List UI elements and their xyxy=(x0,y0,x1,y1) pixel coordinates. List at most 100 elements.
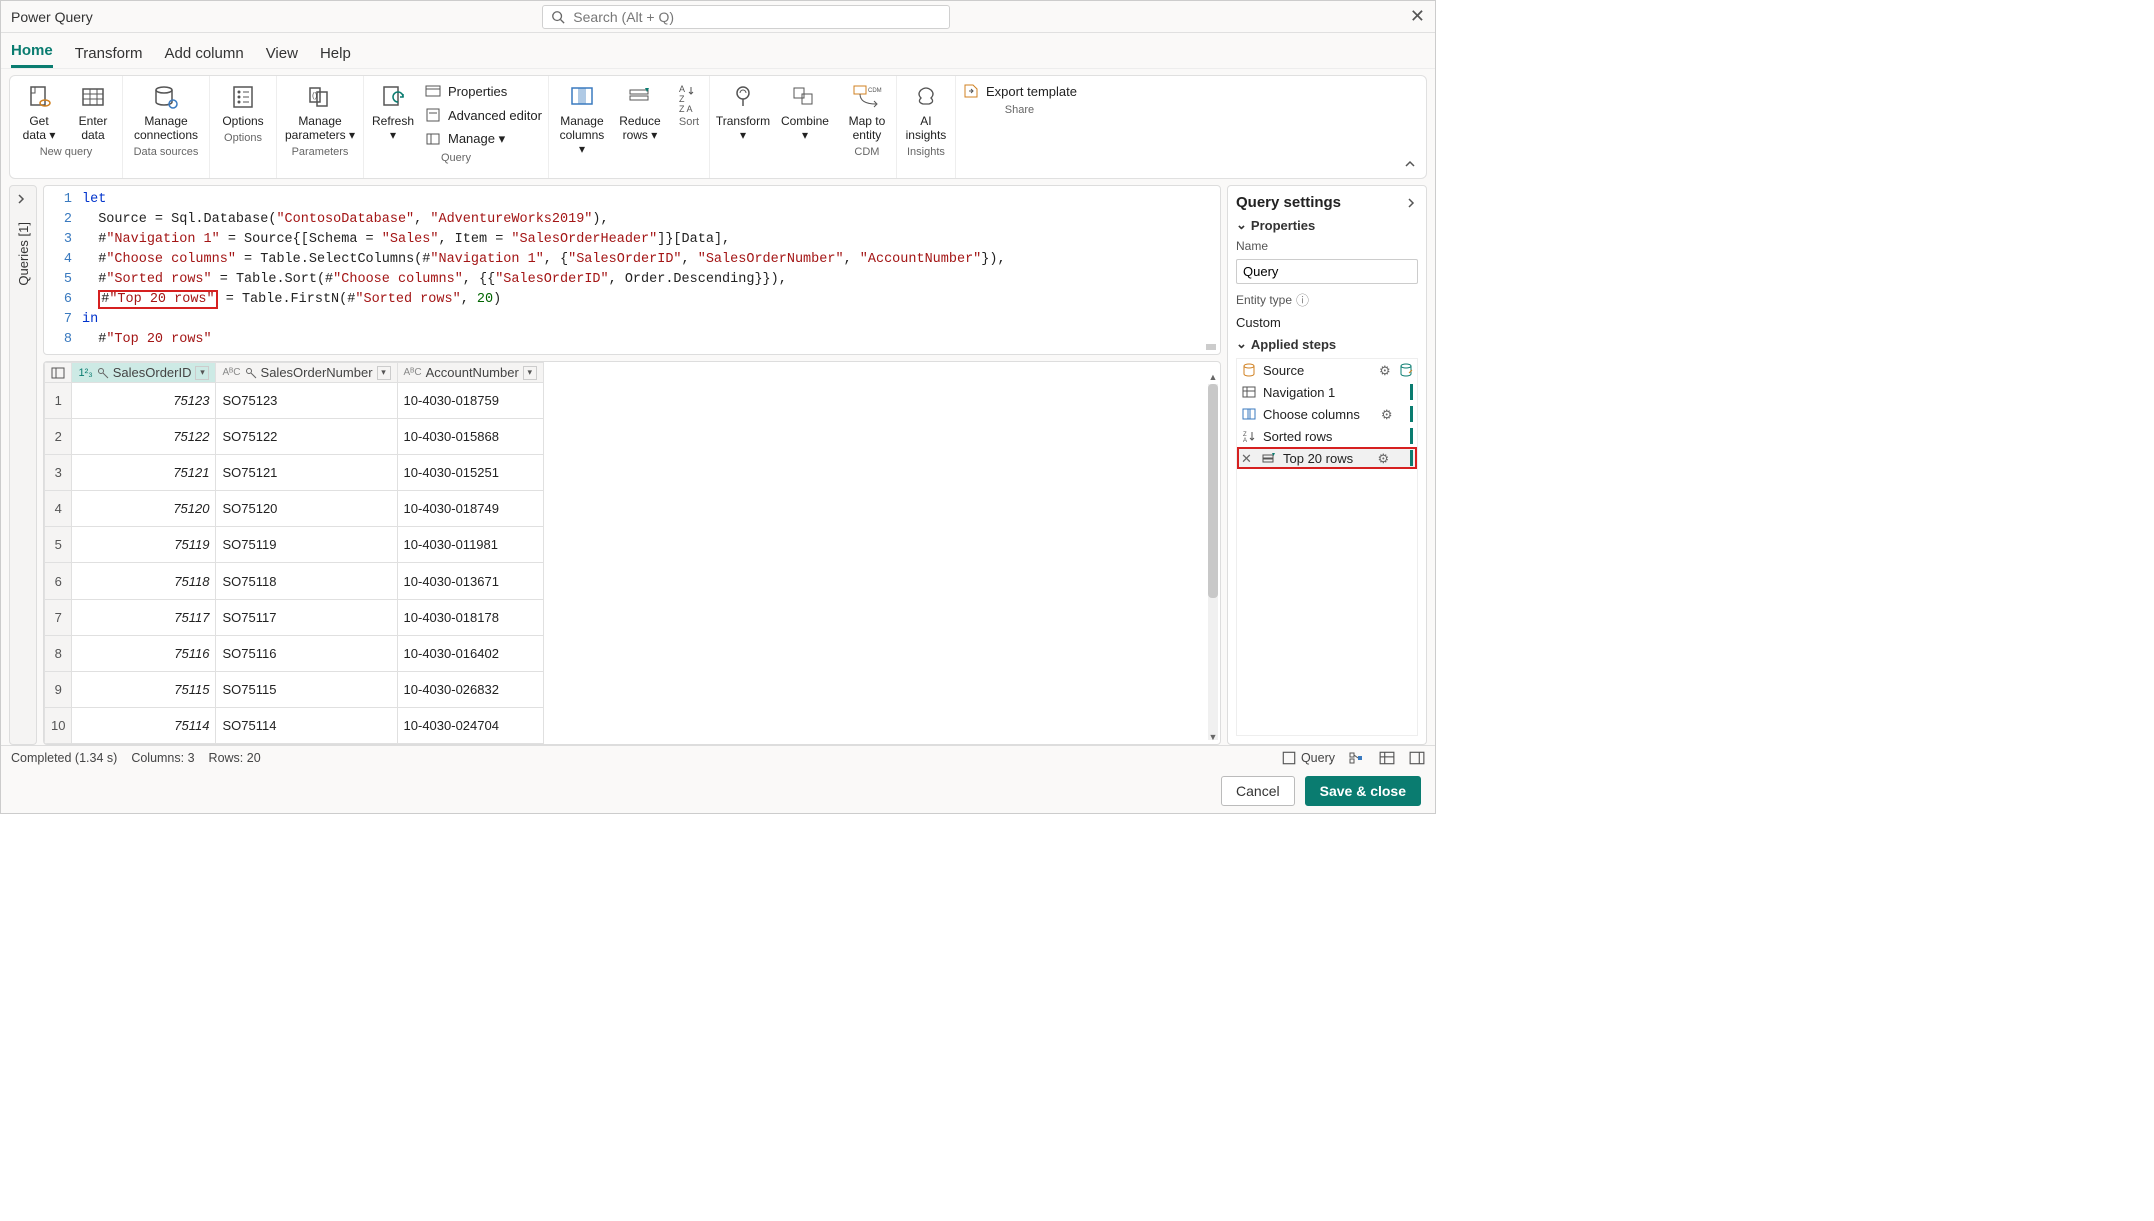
queries-expand-button[interactable] xyxy=(14,192,32,210)
cell-accountnumber[interactable]: 10-4030-026832 xyxy=(397,671,543,707)
cell-accountnumber[interactable]: 10-4030-015251 xyxy=(397,455,543,491)
scroll-down-icon[interactable]: ▼ xyxy=(1208,732,1218,742)
cell-accountnumber[interactable]: 10-4030-018178 xyxy=(397,599,543,635)
status-step-button[interactable] xyxy=(1349,750,1365,766)
advanced-editor-button[interactable]: Advanced editor xyxy=(422,104,544,126)
cell-accountnumber[interactable]: 10-4030-018749 xyxy=(397,491,543,527)
cell-salesorderid[interactable]: 75120 xyxy=(72,491,216,527)
step-settings-button[interactable]: ⚙ xyxy=(1379,363,1393,377)
query-name-input[interactable] xyxy=(1236,259,1418,284)
table-row[interactable]: 875116SO7511610-4030-016402 xyxy=(45,635,544,671)
cell-salesordernumber[interactable]: SO75114 xyxy=(216,707,397,743)
export-template-button[interactable]: Export template xyxy=(960,80,1079,102)
table-row[interactable]: 975115SO7511510-4030-026832 xyxy=(45,671,544,707)
step-source[interactable]: Source ⚙ xyxy=(1237,359,1417,381)
manage-columns-button[interactable]: Manage columns ▾ xyxy=(553,80,611,158)
cell-salesorderid[interactable]: 75121 xyxy=(72,455,216,491)
sort-button[interactable]: AZZ A xyxy=(673,80,705,114)
info-icon[interactable]: ⓘ xyxy=(1296,290,1309,309)
cell-accountnumber[interactable]: 10-4030-011981 xyxy=(397,527,543,563)
cell-salesordernumber[interactable]: SO75116 xyxy=(216,635,397,671)
status-query-button[interactable]: Query xyxy=(1281,750,1335,766)
column-header-salesorderid[interactable]: 1²₃ SalesOrderID ▾ xyxy=(72,363,216,383)
table-row[interactable]: 275122SO7512210-4030-015868 xyxy=(45,419,544,455)
cell-salesorderid[interactable]: 75117 xyxy=(72,599,216,635)
applied-steps-section-toggle[interactable]: ⌄ Applied steps xyxy=(1236,336,1418,352)
manage-connections-button[interactable]: Manage connections xyxy=(127,80,205,144)
manage-button[interactable]: Manage ▾ xyxy=(422,128,544,150)
ai-insights-button[interactable]: AI insights xyxy=(901,80,951,144)
cell-salesordernumber[interactable]: SO75122 xyxy=(216,419,397,455)
formula-editor[interactable]: 12345678 let Source = Sql.Database("Cont… xyxy=(43,185,1221,355)
grid-scrollbar[interactable]: ▲ ▼ xyxy=(1208,384,1218,740)
cell-salesorderid[interactable]: 75123 xyxy=(72,383,216,419)
reduce-rows-button[interactable]: Reduce rows ▾ xyxy=(615,80,665,144)
properties-section-toggle[interactable]: ⌄ Properties xyxy=(1236,217,1418,233)
cell-salesordernumber[interactable]: SO75123 xyxy=(216,383,397,419)
enter-data-button[interactable]: Enter data xyxy=(68,80,118,144)
table-row[interactable]: 575119SO7511910-4030-011981 xyxy=(45,527,544,563)
scroll-thumb[interactable] xyxy=(1208,384,1218,598)
refresh-button[interactable]: Refresh▾ xyxy=(368,80,418,144)
editor-code[interactable]: let Source = Sql.Database("ContosoDataba… xyxy=(78,190,1220,350)
close-button[interactable]: ✕ xyxy=(1410,6,1425,27)
column-header-salesordernumber[interactable]: AᴮC SalesOrderNumber ▾ xyxy=(216,363,397,383)
tab-add-column[interactable]: Add column xyxy=(164,39,243,68)
step-navigation[interactable]: Navigation 1 xyxy=(1237,381,1417,403)
step-settings-button[interactable]: ⚙ xyxy=(1381,407,1395,421)
status-layout-button[interactable] xyxy=(1409,750,1425,766)
step-top-20-rows[interactable]: ✕ Top 20 rows ⚙ xyxy=(1237,447,1417,469)
column-filter-dropdown[interactable]: ▾ xyxy=(377,366,391,380)
table-row[interactable]: 1075114SO7511410-4030-024704 xyxy=(45,707,544,743)
combine-button[interactable]: Combine▾ xyxy=(776,80,834,144)
table-row[interactable]: 375121SO7512110-4030-015251 xyxy=(45,455,544,491)
cell-salesordernumber[interactable]: SO75120 xyxy=(216,491,397,527)
cell-salesorderid[interactable]: 75114 xyxy=(72,707,216,743)
column-filter-dropdown[interactable]: ▾ xyxy=(523,366,537,380)
cell-accountnumber[interactable]: 10-4030-016402 xyxy=(397,635,543,671)
column-header-accountnumber[interactable]: AᴮC AccountNumber ▾ xyxy=(397,363,543,383)
table-row[interactable]: 475120SO7512010-4030-018749 xyxy=(45,491,544,527)
settings-expand-button[interactable] xyxy=(1404,196,1418,210)
cell-salesordernumber[interactable]: SO75121 xyxy=(216,455,397,491)
cell-accountnumber[interactable]: 10-4030-018759 xyxy=(397,383,543,419)
cell-accountnumber[interactable]: 10-4030-015868 xyxy=(397,419,543,455)
cell-salesordernumber[interactable]: SO75117 xyxy=(216,599,397,635)
map-to-entity-button[interactable]: CDM Map to entity xyxy=(842,80,892,144)
manage-parameters-button[interactable]: () Manage parameters ▾ xyxy=(281,80,359,144)
cell-salesorderid[interactable]: 75116 xyxy=(72,635,216,671)
status-table-button[interactable] xyxy=(1379,750,1395,766)
step-choose-columns[interactable]: Choose columns ⚙ xyxy=(1237,403,1417,425)
table-row[interactable]: 175123SO7512310-4030-018759 xyxy=(45,383,544,419)
cell-salesorderid[interactable]: 75119 xyxy=(72,527,216,563)
cell-salesorderid[interactable]: 75122 xyxy=(72,419,216,455)
tab-transform[interactable]: Transform xyxy=(75,39,143,68)
cancel-button[interactable]: Cancel xyxy=(1221,776,1295,806)
properties-button[interactable]: Properties xyxy=(422,80,544,102)
text-type-icon: AᴮC xyxy=(222,367,240,378)
save-close-button[interactable]: Save & close xyxy=(1305,776,1421,806)
tab-home[interactable]: Home xyxy=(11,36,53,68)
scroll-up-icon[interactable]: ▲ xyxy=(1208,372,1218,382)
global-search[interactable]: Search (Alt + Q) xyxy=(542,5,950,29)
options-button[interactable]: Options xyxy=(214,80,272,130)
tab-help[interactable]: Help xyxy=(320,39,351,68)
cell-salesorderid[interactable]: 75118 xyxy=(72,563,216,599)
step-sorted-rows[interactable]: ZA Sorted rows xyxy=(1237,425,1417,447)
tab-view[interactable]: View xyxy=(266,39,298,68)
cell-accountnumber[interactable]: 10-4030-013671 xyxy=(397,563,543,599)
table-row[interactable]: 775117SO7511710-4030-018178 xyxy=(45,599,544,635)
cell-salesordernumber[interactable]: SO75118 xyxy=(216,563,397,599)
column-filter-dropdown[interactable]: ▾ xyxy=(195,366,209,380)
ribbon-collapse-button[interactable] xyxy=(1400,154,1420,174)
get-data-button[interactable]: Get data ▾ xyxy=(14,80,64,144)
table-row[interactable]: 675118SO7511810-4030-013671 xyxy=(45,563,544,599)
cell-salesorderid[interactable]: 75115 xyxy=(72,671,216,707)
cell-salesordernumber[interactable]: SO75115 xyxy=(216,671,397,707)
table-corner[interactable] xyxy=(45,363,72,383)
step-settings-button[interactable]: ⚙ xyxy=(1378,451,1392,465)
cell-accountnumber[interactable]: 10-4030-024704 xyxy=(397,707,543,743)
cell-salesordernumber[interactable]: SO75119 xyxy=(216,527,397,563)
step-delete-button[interactable]: ✕ xyxy=(1241,451,1255,465)
transform-dropdown-button[interactable]: Transform▾ xyxy=(714,80,772,144)
